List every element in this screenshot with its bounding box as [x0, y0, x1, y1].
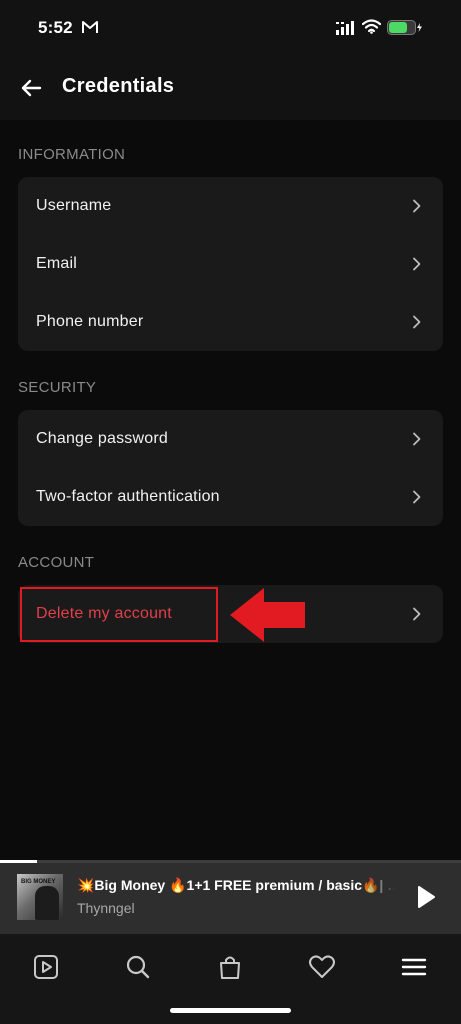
- section-label-information: INFORMATION: [18, 146, 126, 163]
- status-bar: 5:52: [0, 0, 461, 56]
- chevron-right-icon: [413, 607, 421, 621]
- signal-icon: [336, 21, 354, 35]
- album-art: BIG MONEY: [17, 874, 63, 920]
- row-label: Change password: [36, 430, 168, 447]
- home-indicator: [170, 1008, 291, 1013]
- album-figure: [35, 886, 59, 920]
- menu-icon: [401, 958, 427, 976]
- battery-icon: [387, 20, 422, 35]
- row-label: Username: [36, 197, 112, 214]
- app-header: Credentials: [0, 56, 461, 120]
- play-icon[interactable]: [412, 884, 438, 910]
- row-label: Email: [36, 255, 78, 272]
- chevron-right-icon: [413, 257, 421, 271]
- page-title: Credentials: [62, 75, 175, 97]
- chevron-right-icon: [413, 315, 421, 329]
- security-card: Change password Two-factor authenticatio…: [18, 410, 443, 526]
- red-arrow-icon: [230, 588, 305, 642]
- heart-icon: [309, 955, 335, 978]
- nav-video[interactable]: [31, 952, 61, 982]
- status-time: 5:52: [38, 18, 73, 37]
- shopping-bag-icon: [220, 956, 240, 979]
- nav-shop[interactable]: [215, 952, 245, 982]
- nav-search[interactable]: [123, 952, 153, 982]
- row-change-password[interactable]: Change password: [18, 410, 443, 468]
- track-title: 💥Big Money 🔥1+1 FREE premium / basic🔥| …: [77, 877, 397, 893]
- row-phone-number[interactable]: Phone number: [18, 293, 443, 351]
- progress-track: [0, 860, 461, 863]
- video-icon: [34, 955, 58, 979]
- wifi-icon: [362, 19, 381, 34]
- row-label: Phone number: [36, 313, 144, 330]
- chevron-right-icon: [413, 199, 421, 213]
- arrow-left-icon: [21, 79, 42, 97]
- row-label: Two-factor authentication: [36, 488, 220, 505]
- mini-player[interactable]: BIG MONEY 💥Big Money 🔥1+1 FREE premium /…: [0, 860, 461, 934]
- chevron-right-icon: [413, 432, 421, 446]
- row-username[interactable]: Username: [18, 177, 443, 235]
- progress-fill: [0, 860, 37, 863]
- credentials-screen: 5:52 Credentials INFORMATION Username Em…: [0, 0, 461, 1024]
- information-card: Username Email Phone number: [18, 177, 443, 351]
- highlight-box: [20, 587, 218, 642]
- track-artist: Thynngel: [77, 900, 135, 916]
- section-label-account: ACCOUNT: [18, 554, 95, 571]
- section-label-security: SECURITY: [18, 379, 97, 396]
- back-button[interactable]: [16, 74, 46, 102]
- nav-menu[interactable]: [399, 952, 429, 982]
- row-two-factor-authentication[interactable]: Two-factor authentication: [18, 468, 443, 526]
- nav-favorites[interactable]: [307, 952, 337, 982]
- chevron-right-icon: [413, 490, 421, 504]
- gmail-icon: [82, 21, 98, 33]
- row-email[interactable]: Email: [18, 235, 443, 293]
- album-art-text: BIG MONEY: [21, 879, 56, 885]
- search-icon: [126, 955, 150, 979]
- title-fade: [360, 874, 404, 914]
